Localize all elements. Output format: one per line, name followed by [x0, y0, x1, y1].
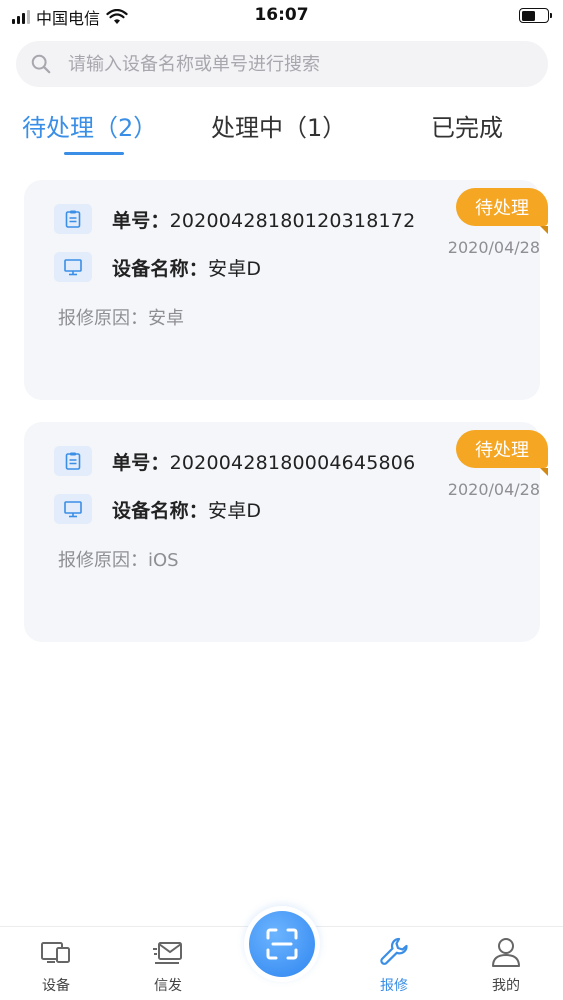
nav-repair[interactable]: 报修 [354, 935, 434, 995]
repair-orders-screen: 中国电信 16:07 待处理（2） 处理中（1） 已完成 单号：202 [0, 0, 563, 1000]
tab-pending[interactable]: 待处理（2） [22, 108, 157, 143]
status-tabs: 待处理（2） 处理中（1） 已完成 [0, 104, 563, 160]
nav-label: 报修 [380, 978, 408, 994]
search-input[interactable] [68, 53, 508, 75]
nav-signage[interactable]: 信发 [128, 935, 208, 995]
scan-button[interactable] [249, 911, 315, 977]
status-badge: 待处理 [456, 430, 548, 476]
order-date: 2020/04/28 [447, 238, 540, 257]
nav-label: 信发 [154, 978, 182, 994]
active-tab-indicator [64, 152, 124, 155]
device-name-row: 设备名称：安卓D [54, 252, 261, 282]
repair-reason: 报修原因：安卓 [58, 308, 184, 329]
status-bar: 中国电信 16:07 [0, 0, 563, 34]
order-date: 2020/04/28 [447, 480, 540, 499]
order-number: 单号：20200428180004645806 [112, 451, 416, 474]
user-icon [492, 938, 520, 967]
order-card[interactable]: 单号：20200428180004645806 设备名称：安卓D 报修原因：iO… [24, 422, 548, 642]
clipboard-icon [54, 204, 92, 234]
search-icon [31, 54, 51, 74]
tab-completed[interactable]: 已完成 [431, 108, 503, 143]
repair-reason: 报修原因：iOS [58, 550, 179, 571]
wrench-icon [380, 937, 408, 965]
clock: 16:07 [254, 5, 309, 25]
scan-button-container [244, 906, 320, 982]
order-number-row: 单号：20200428180120318172 [54, 204, 415, 234]
monitor-icon [54, 252, 92, 282]
device-name-row: 设备名称：安卓D [54, 494, 261, 524]
clipboard-icon [54, 446, 92, 476]
send-mail-icon [153, 942, 182, 964]
nav-profile[interactable]: 我的 [466, 935, 546, 995]
order-number-row: 单号：20200428180004645806 [54, 446, 415, 476]
order-number: 单号：20200428180120318172 [112, 209, 416, 232]
battery-icon [519, 8, 552, 23]
device-name: 设备名称：安卓D [112, 499, 262, 522]
status-badge: 待处理 [456, 188, 548, 234]
monitor-icon [54, 494, 92, 524]
tab-in-progress[interactable]: 处理中（1） [211, 108, 346, 143]
nav-label: 设备 [42, 978, 70, 994]
scan-icon [266, 928, 298, 960]
device-name: 设备名称：安卓D [112, 257, 262, 280]
order-card[interactable]: 单号：20200428180120318172 设备名称：安卓D 报修原因：安卓… [24, 180, 548, 400]
nav-label: 我的 [492, 978, 520, 994]
nav-devices[interactable]: 设备 [16, 935, 96, 995]
search-bar[interactable] [16, 41, 548, 87]
devices-icon [41, 942, 70, 963]
